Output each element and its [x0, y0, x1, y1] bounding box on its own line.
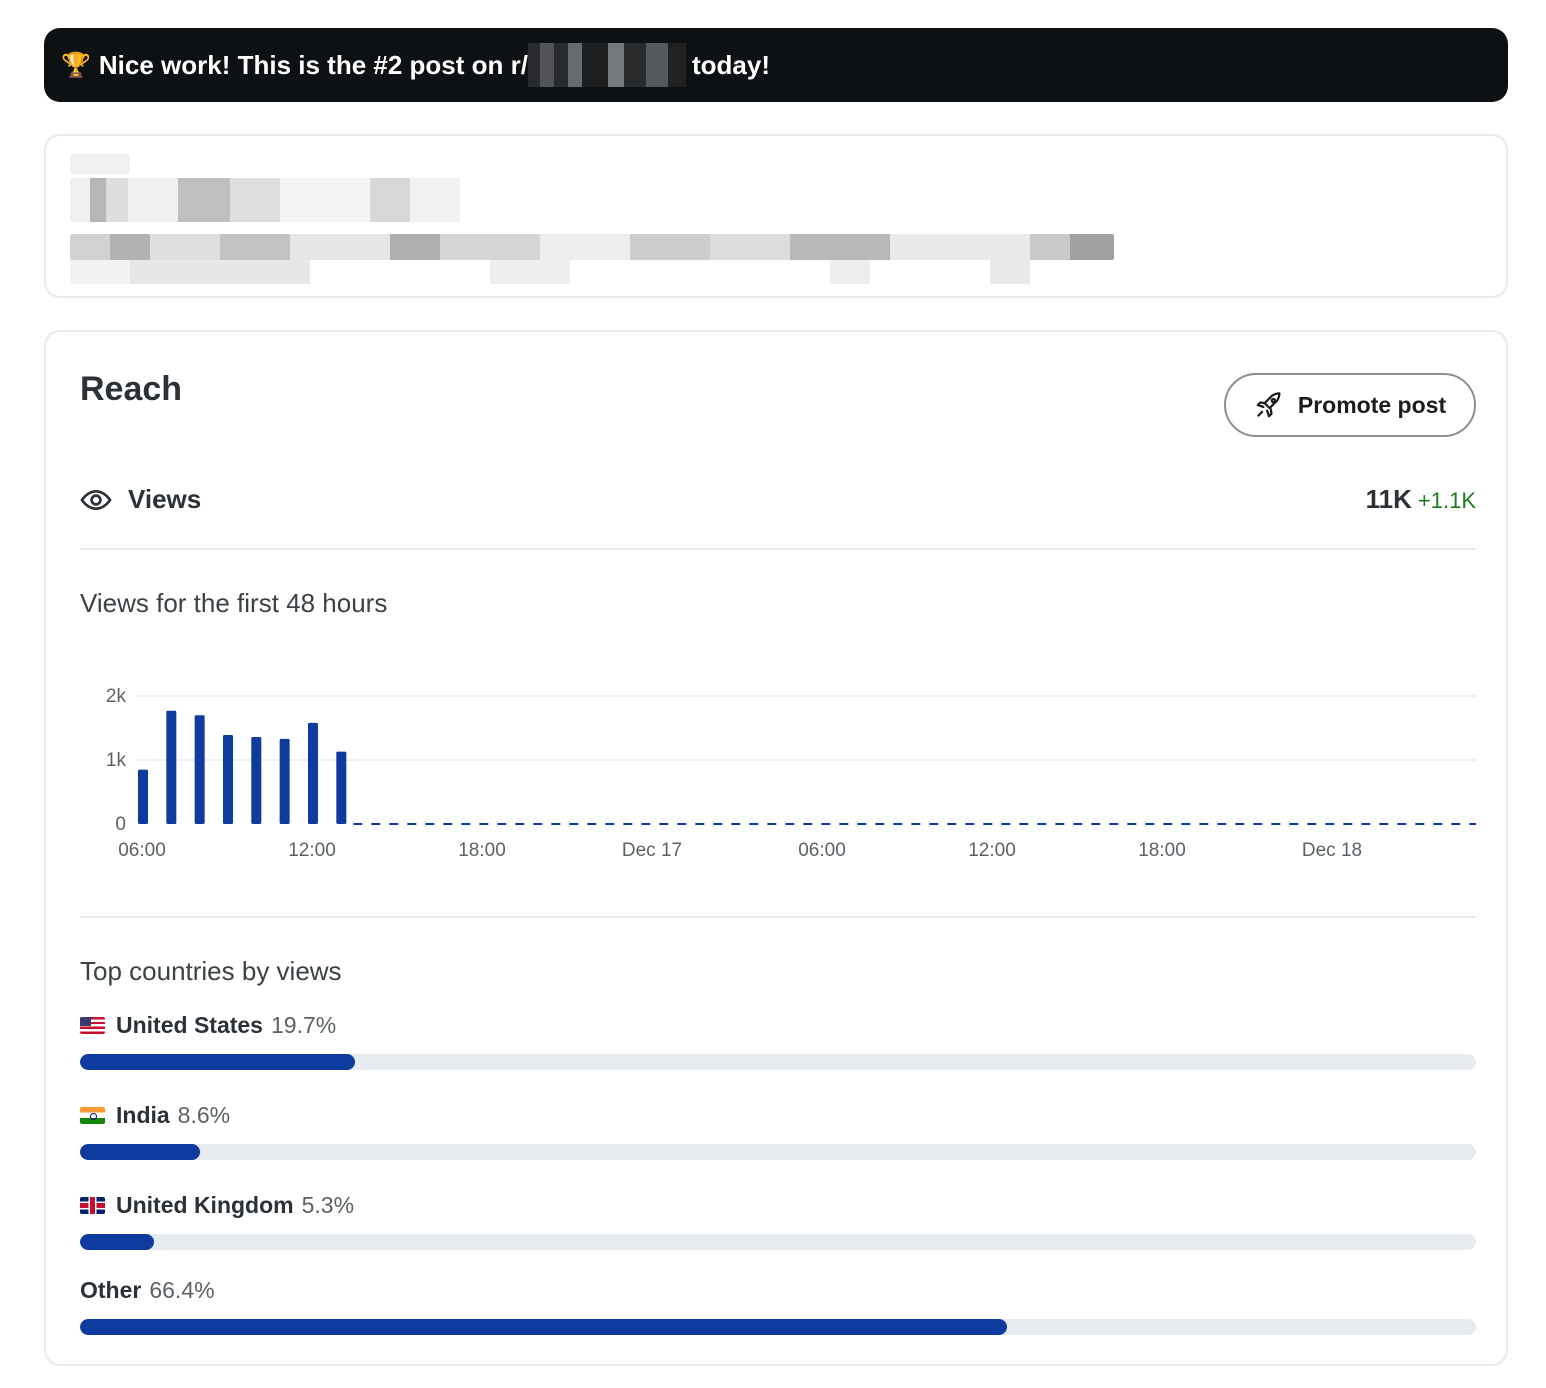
y-tick-label: 1k: [106, 750, 127, 771]
x-tick-label: Dec 18: [1302, 840, 1362, 861]
chart-bar[interactable]: [307, 722, 318, 824]
country-heading: United Kingdom 5.3%: [80, 1192, 354, 1219]
country-name: United Kingdom: [116, 1192, 294, 1218]
country-percentage: 8.6%: [177, 1102, 231, 1128]
chart-bar[interactable]: [194, 715, 205, 824]
redacted-content: [70, 154, 130, 174]
country-name: India: [116, 1102, 170, 1128]
progress-fill: [80, 1144, 201, 1160]
rocket-icon: [1256, 392, 1281, 418]
india-flag-icon: [80, 1107, 105, 1124]
country-heading: United States 19.7%: [80, 1012, 336, 1039]
views-value: 11K +1.1K: [1366, 484, 1476, 515]
country-row: United States 19.7%: [80, 1012, 1476, 1076]
banner-text: Nice work! This is the #2 post on r/: [98, 49, 528, 80]
x-tick-label: 18:00: [458, 840, 506, 861]
views-label: Views: [128, 484, 202, 514]
chart-bar[interactable]: [166, 710, 177, 824]
y-tick-label: 0: [115, 814, 126, 835]
x-tick-label: Dec 17: [622, 840, 682, 861]
views-row: Views 11K +1.1K: [80, 480, 1476, 520]
views-count: 11K: [1365, 484, 1412, 514]
x-tick-label: 06:00: [118, 840, 166, 861]
trophy-icon: 🏆: [61, 51, 91, 79]
chart-bar[interactable]: [138, 769, 148, 824]
chart-bar[interactable]: [279, 738, 290, 824]
redacted-post-title: [70, 178, 460, 222]
redacted-subreddit-name: [527, 43, 686, 87]
country-heading: India 8.6%: [80, 1102, 230, 1129]
redacted-post-body: [70, 260, 1070, 284]
country-name: Other: [80, 1277, 142, 1303]
progress-track: [80, 1144, 1476, 1160]
uk-flag-icon: [80, 1197, 105, 1214]
country-percentage: 66.4%: [149, 1277, 215, 1303]
us-flag-icon: [80, 1017, 105, 1034]
divider: [80, 916, 1476, 918]
country-row: United Kingdom 5.3%: [80, 1192, 1476, 1256]
country-heading: Other 66.4%: [80, 1277, 215, 1304]
reach-title: Reach: [80, 370, 183, 408]
progress-track: [80, 1054, 1476, 1070]
progress-track: [80, 1319, 1476, 1335]
country-percentage: 5.3%: [301, 1192, 355, 1218]
x-tick-label: 06:00: [798, 840, 846, 861]
progress-fill: [80, 1319, 1007, 1335]
country-percentage: 19.7%: [270, 1012, 337, 1038]
views-delta: +1.1K: [1417, 488, 1476, 513]
achievement-banner: 🏆 Nice work! This is the #2 post on r/to…: [44, 28, 1508, 102]
chart-bar[interactable]: [222, 735, 233, 824]
progress-track: [80, 1234, 1476, 1250]
eye-icon: [80, 489, 112, 511]
y-tick-label: 2k: [106, 686, 127, 707]
redacted-post-body: [70, 234, 1114, 260]
country-row: Other 66.4%: [80, 1277, 1476, 1341]
post-preview-card[interactable]: [44, 134, 1508, 298]
progress-fill: [80, 1054, 355, 1070]
progress-fill: [80, 1234, 154, 1250]
countries-title: Top countries by views: [80, 956, 342, 986]
x-tick-label: 12:00: [288, 840, 336, 861]
divider: [80, 548, 1476, 550]
promote-post-button[interactable]: Promote post: [1224, 373, 1476, 437]
country-name: United States: [116, 1012, 263, 1038]
chart-bar[interactable]: [251, 736, 262, 824]
country-row: India 8.6%: [80, 1102, 1476, 1166]
promote-post-label: Promote post: [1297, 391, 1447, 418]
reach-card: Reach Promote post Views 11K +1.1K Views …: [44, 330, 1508, 1366]
views-chart: 0 1k 2k 06:00 12:00 18:00 Dec 17 06:00 12:00 18:0…: [106, 686, 1476, 861]
chart-bar[interactable]: [336, 751, 347, 824]
chart-title: Views for the first 48 hours: [80, 588, 388, 618]
x-tick-label: 12:00: [968, 840, 1016, 861]
x-tick-label: 18:00: [1138, 840, 1186, 861]
banner-text-suffix: today!: [691, 49, 770, 80]
